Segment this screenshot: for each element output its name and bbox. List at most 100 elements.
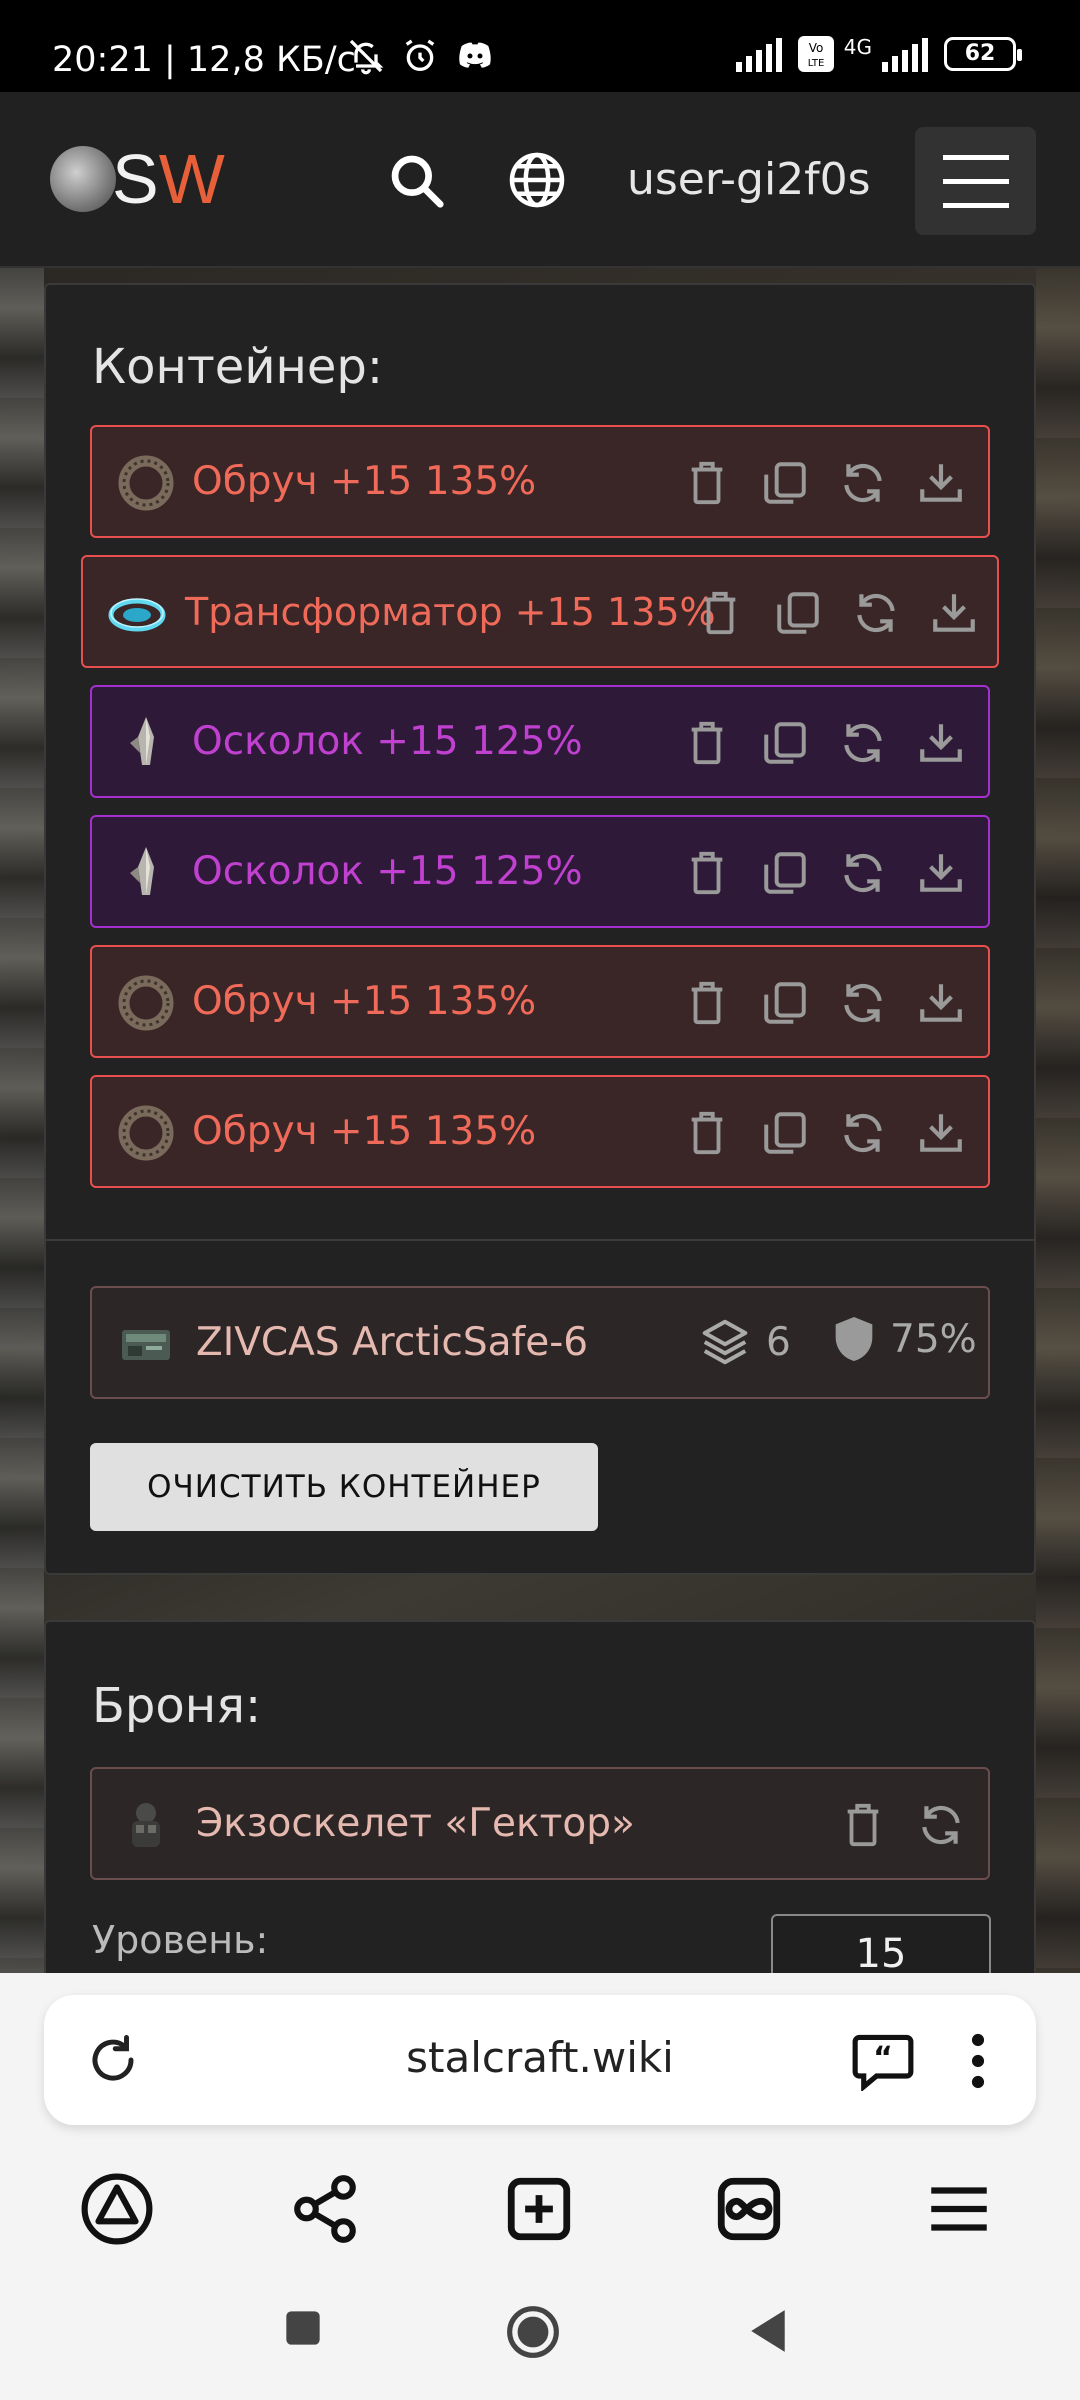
discord-icon — [459, 42, 491, 68]
download-icon — [933, 594, 975, 632]
language-globe-icon[interactable] — [507, 150, 567, 210]
more-menu-icon[interactable] — [968, 2033, 988, 2089]
armor-item-row[interactable]: Экзоскелет «Гектор» — [90, 1767, 990, 1880]
transformer-artifact-icon — [108, 598, 166, 632]
container-item-label: Обруч +15 135% — [192, 979, 537, 1024]
refresh-icon — [844, 853, 882, 893]
case-item-icon — [122, 1330, 170, 1360]
duplicate-item-button[interactable] — [760, 977, 810, 1029]
username-link[interactable]: user-gi2f0s — [627, 154, 871, 205]
copy-icon — [777, 592, 819, 634]
trash-icon — [691, 851, 723, 895]
recent-apps-icon[interactable] — [283, 2308, 323, 2348]
container-item-label: Обруч +15 135% — [192, 459, 537, 504]
refresh-icon — [844, 723, 882, 763]
download-icon — [920, 724, 962, 762]
container-item-row[interactable]: Обруч +15 135% — [90, 945, 990, 1058]
container-item-label: Трансформатор +15 135% — [185, 589, 716, 634]
export-item-button[interactable] — [916, 847, 966, 899]
address-bar[interactable]: stalcraft.wiki “ — [44, 1995, 1036, 2125]
back-icon[interactable] — [746, 2308, 790, 2354]
mute-bell-icon — [349, 39, 384, 75]
duplicate-item-button[interactable] — [760, 457, 810, 509]
container-item-actions — [682, 457, 966, 509]
refresh-icon — [844, 463, 882, 503]
container-item-row[interactable]: Трансформатор +15 135% — [81, 555, 999, 668]
download-icon — [920, 464, 962, 502]
case-slots-value: 6 — [766, 1319, 791, 1365]
new-tab-icon[interactable] — [502, 2172, 576, 2246]
case-name: ZIVCAS ArcticSafe-6 — [196, 1320, 589, 1365]
duplicate-item-button[interactable] — [760, 717, 810, 769]
logo-globe-icon — [50, 146, 116, 212]
refresh-icon — [922, 1805, 960, 1845]
download-icon — [920, 984, 962, 1022]
menu-button[interactable] — [915, 127, 1036, 235]
container-item-row[interactable]: Обруч +15 135% — [90, 1075, 990, 1188]
case-protection-value: 75% — [890, 1316, 977, 1362]
duplicate-item-button[interactable] — [760, 1107, 810, 1159]
search-icon[interactable] — [386, 150, 448, 212]
browser-menu-icon[interactable] — [922, 2172, 996, 2246]
container-item-row[interactable]: Осколок +15 125% — [90, 685, 990, 798]
export-item-button[interactable] — [916, 977, 966, 1029]
delete-item-button[interactable] — [695, 587, 745, 639]
status-time-speed: 20:21 | 12,8 КБ/с — [52, 40, 356, 80]
copy-icon — [764, 982, 806, 1024]
ring-artifact-icon — [118, 975, 174, 1031]
export-item-button[interactable] — [916, 717, 966, 769]
quote-feedback-icon[interactable]: “ — [850, 2031, 916, 2091]
duplicate-item-button[interactable] — [760, 847, 810, 899]
layers-icon — [702, 1319, 748, 1365]
share-icon[interactable] — [288, 2172, 362, 2246]
refresh-icon — [844, 983, 882, 1023]
delete-item-button[interactable] — [682, 717, 732, 769]
svg-text:LTE: LTE — [807, 58, 824, 69]
svg-text:Vo: Vo — [808, 41, 823, 55]
case-protection: 75% — [832, 1314, 977, 1364]
svg-text:“: “ — [873, 2040, 893, 2075]
replace-item-button[interactable] — [838, 457, 888, 509]
network-type: 4G — [843, 35, 872, 59]
ring-artifact-icon — [118, 455, 174, 511]
exoskeleton-icon — [132, 1803, 160, 1847]
trash-icon — [691, 1111, 723, 1155]
copy-icon — [764, 462, 806, 504]
copy-icon — [764, 852, 806, 894]
volte-icon: Vo LTE — [797, 36, 834, 72]
export-item-button[interactable] — [929, 587, 979, 639]
tabs-switcher-icon[interactable] — [712, 2172, 786, 2246]
delete-item-button[interactable] — [682, 1107, 732, 1159]
signal-icon — [735, 38, 782, 72]
refresh-icon — [857, 593, 895, 633]
container-item-row[interactable]: Обруч +15 135% — [90, 425, 990, 538]
armor-actions — [838, 1799, 966, 1851]
delete-item-button[interactable] — [682, 977, 732, 1029]
logo-letter-s: S — [112, 140, 159, 218]
delete-item-button[interactable] — [682, 847, 732, 899]
clear-container-button[interactable]: ОЧИСТИТЬ КОНТЕЙНЕР — [90, 1443, 598, 1531]
download-icon — [920, 1114, 962, 1152]
site-logo[interactable]: S W — [50, 140, 225, 218]
duplicate-item-button[interactable] — [773, 587, 823, 639]
export-item-button[interactable] — [916, 1107, 966, 1159]
delete-item-button[interactable] — [682, 457, 732, 509]
case-slots: 6 — [698, 1314, 791, 1370]
replace-item-button[interactable] — [851, 587, 901, 639]
armor-delete-button[interactable] — [838, 1799, 888, 1851]
container-item-row[interactable]: Осколок +15 125% — [90, 815, 990, 928]
shard-artifact-icon — [130, 717, 154, 765]
container-item-actions — [682, 977, 966, 1029]
trash-icon — [691, 461, 723, 505]
container-case-row[interactable]: ZIVCAS ArcticSafe-6 6 75% — [90, 1286, 990, 1399]
replace-item-button[interactable] — [838, 1107, 888, 1159]
battery-indicator: 62 — [944, 37, 1022, 71]
replace-item-button[interactable] — [838, 977, 888, 1029]
alice-assistant-icon[interactable] — [80, 2172, 154, 2246]
armor-replace-button[interactable] — [916, 1799, 966, 1851]
replace-item-button[interactable] — [838, 717, 888, 769]
home-icon[interactable] — [505, 2304, 561, 2360]
trash-icon — [691, 981, 723, 1025]
export-item-button[interactable] — [916, 457, 966, 509]
replace-item-button[interactable] — [838, 847, 888, 899]
